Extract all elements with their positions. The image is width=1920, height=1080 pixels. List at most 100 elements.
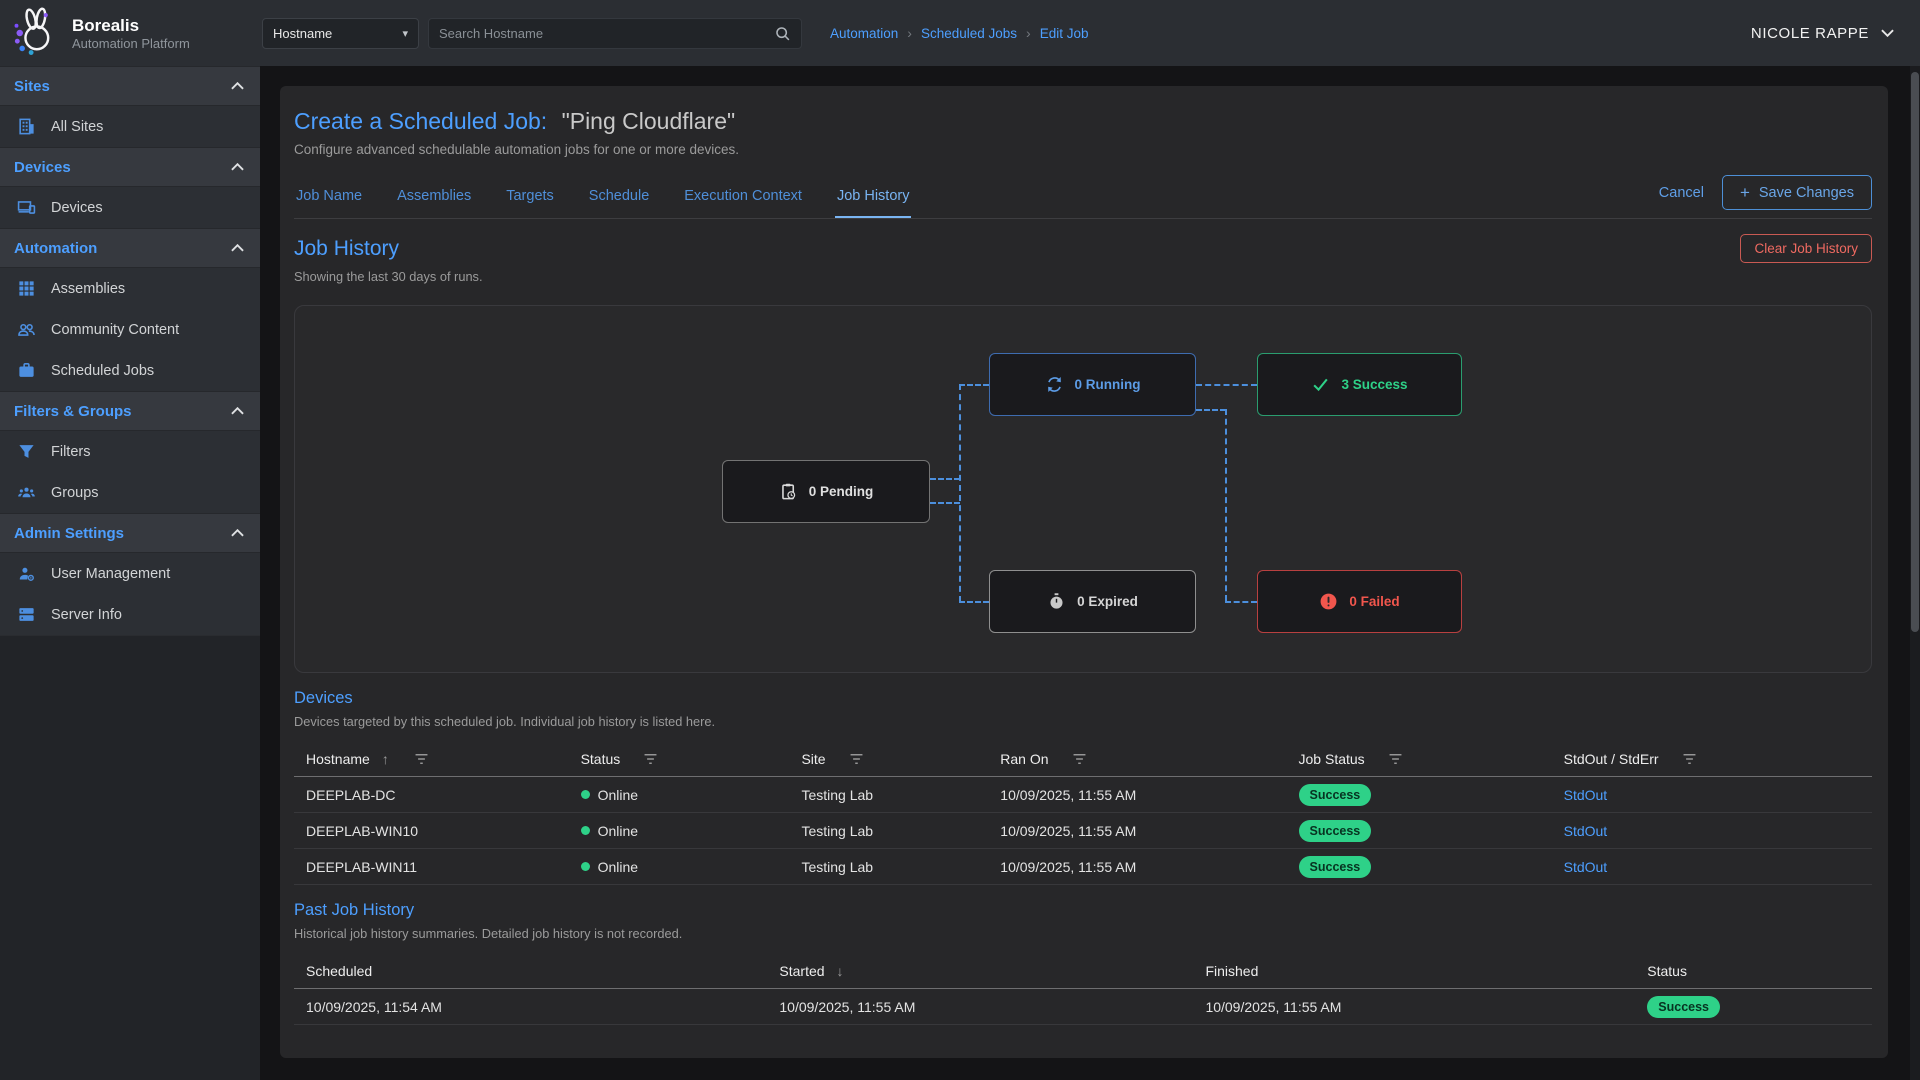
flow-connector [1225, 409, 1227, 601]
devices-heading: Devices [294, 689, 1872, 708]
sidebar-item-assemblies[interactable]: Assemblies [0, 268, 260, 309]
sidebar-section-filters-groups[interactable]: Filters & Groups [0, 391, 260, 431]
cancel-button[interactable]: Cancel [1659, 185, 1704, 201]
col-status[interactable]: Status [1635, 963, 1872, 979]
filter-icon[interactable] [848, 753, 865, 765]
job-status-flow-diagram: 0 Pending 0 Running 3 Success [294, 305, 1872, 673]
device-stdout: StdOut [1552, 787, 1872, 803]
sidebar-item-scheduled-jobs[interactable]: Scheduled Jobs [0, 350, 260, 391]
flow-connector [930, 478, 960, 480]
search-input[interactable] [439, 26, 774, 41]
sidebar-item-filters[interactable]: Filters [0, 431, 260, 472]
col-job-status[interactable]: Job Status [1287, 751, 1552, 767]
sidebar-item-devices[interactable]: Devices [0, 187, 260, 228]
sidebar-section-devices[interactable]: Devices [0, 147, 260, 187]
sidebar-item-user-management[interactable]: User Management [0, 553, 260, 594]
error-icon [1319, 592, 1338, 611]
brand-text: Borealis Automation Platform [72, 15, 190, 51]
col-ran-on[interactable]: Ran On [988, 751, 1286, 767]
past-job-history-heading: Past Job History [294, 901, 1872, 920]
col-status[interactable]: Status [569, 751, 790, 767]
stdout-link[interactable]: StdOut [1564, 787, 1608, 803]
device-ran-on: 10/09/2025, 11:55 AM [988, 859, 1286, 875]
user-menu[interactable]: NICOLE RAPPE [1751, 25, 1894, 42]
hostname-select[interactable]: Hostname ▾ [262, 18, 419, 49]
tab-assemblies[interactable]: Assemblies [395, 180, 473, 218]
clear-job-history-button[interactable]: Clear Job History [1740, 234, 1872, 263]
device-site: Testing Lab [789, 787, 988, 803]
stdout-link[interactable]: StdOut [1564, 823, 1608, 839]
devices-subtitle: Devices targeted by this scheduled job. … [294, 714, 1872, 729]
brand-name: Borealis [72, 15, 190, 36]
breadcrumb-scheduled-jobs[interactable]: Scheduled Jobs [921, 26, 1017, 41]
tab-job-history[interactable]: Job History [835, 180, 912, 218]
sidebar-item-server-info[interactable]: Server Info [0, 594, 260, 635]
device-row[interactable]: DEEPLAB-WIN11 Online Testing Lab 10/09/2… [294, 849, 1872, 885]
col-stdout-stderr[interactable]: StdOut / StdErr [1552, 751, 1872, 767]
tab-targets[interactable]: Targets [504, 180, 556, 218]
save-changes-button[interactable]: + Save Changes [1722, 175, 1872, 210]
past-job-row[interactable]: 10/09/2025, 11:54 AM 10/09/2025, 11:55 A… [294, 989, 1872, 1025]
sort-desc-icon [837, 963, 850, 979]
sidebar-section-label: Devices [14, 159, 71, 176]
sidebar-item-community-content[interactable]: Community Content [0, 309, 260, 350]
filter-icon[interactable] [1681, 753, 1698, 765]
status-badge: Success [1647, 996, 1720, 1018]
sidebar-section-label: Admin Settings [14, 525, 124, 542]
column-label: Ran On [1000, 751, 1048, 767]
page-title-prefix: Create a Scheduled Job: [294, 108, 547, 134]
status-badge: Success [1299, 856, 1372, 878]
sidebar-section-automation[interactable]: Automation [0, 228, 260, 268]
scheduled-job-card: Create a Scheduled Job: "Ping Cloudflare… [280, 86, 1888, 1058]
device-site: Testing Lab [789, 859, 988, 875]
device-row[interactable]: DEEPLAB-WIN10 Online Testing Lab 10/09/2… [294, 813, 1872, 849]
filter-icon[interactable] [1387, 753, 1404, 765]
sidebar-item-label: Server Info [51, 607, 122, 623]
sidebar-section-admin-settings[interactable]: Admin Settings [0, 513, 260, 553]
scrollbar-track[interactable] [1910, 66, 1920, 1080]
brand-tagline: Automation Platform [72, 36, 190, 51]
flow-node-label: 0 Running [1075, 377, 1141, 392]
filter-icon[interactable] [1071, 753, 1088, 765]
sidebar-item-all-sites[interactable]: All Sites [0, 106, 260, 147]
filter-icon[interactable] [642, 753, 659, 765]
device-hostname: DEEPLAB-WIN10 [294, 823, 569, 839]
flow-connector [930, 502, 960, 504]
tab-schedule[interactable]: Schedule [587, 180, 651, 218]
caret-down-icon: ▾ [402, 27, 408, 40]
device-hostname: DEEPLAB-WIN11 [294, 859, 569, 875]
devices-table: Hostname Status Site Ran On Job S [294, 742, 1872, 885]
sidebar-item-label: User Management [51, 566, 170, 582]
tab-job-name[interactable]: Job Name [294, 180, 364, 218]
devices-table-header: Hostname Status Site Ran On Job S [294, 742, 1872, 777]
past-job-history-subtitle: Historical job history summaries. Detail… [294, 926, 1872, 941]
filter-icon[interactable] [413, 753, 430, 765]
user-name: NICOLE RAPPE [1751, 25, 1869, 42]
col-site[interactable]: Site [789, 751, 988, 767]
sidebar-item-groups[interactable]: Groups [0, 472, 260, 513]
column-label: Status [581, 751, 621, 767]
online-dot-icon [581, 826, 590, 835]
flow-connector [959, 601, 989, 603]
col-scheduled[interactable]: Scheduled [294, 963, 767, 979]
breadcrumb-edit-job[interactable]: Edit Job [1040, 26, 1089, 41]
breadcrumb: Automation › Scheduled Jobs › Edit Job [830, 25, 1089, 41]
col-finished[interactable]: Finished [1193, 963, 1635, 979]
device-row[interactable]: DEEPLAB-DC Online Testing Lab 10/09/2025… [294, 777, 1872, 813]
col-hostname[interactable]: Hostname [294, 751, 569, 767]
sidebar-item-label: Groups [51, 485, 99, 501]
column-label: Started [779, 963, 824, 979]
sidebar-item-label: Community Content [51, 322, 179, 338]
col-started[interactable]: Started [767, 963, 1193, 979]
stdout-link[interactable]: StdOut [1564, 859, 1608, 875]
tab-execution-context[interactable]: Execution Context [682, 180, 804, 218]
breadcrumb-automation[interactable]: Automation [830, 26, 898, 41]
sidebar-section-label: Sites [14, 78, 50, 95]
scrollbar-thumb[interactable] [1911, 72, 1919, 632]
flow-connector [959, 384, 989, 386]
sidebar-item-label: Devices [51, 200, 103, 216]
sidebar-section-sites[interactable]: Sites [0, 66, 260, 106]
search-icon[interactable] [774, 25, 791, 42]
sort-asc-icon [382, 751, 395, 767]
past-status: Success [1635, 996, 1872, 1018]
